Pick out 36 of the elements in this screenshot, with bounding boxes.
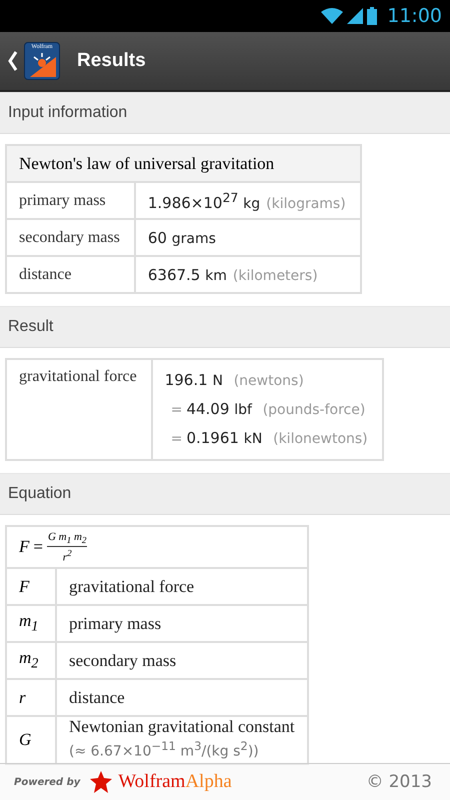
copyright: © 2013 bbox=[366, 772, 432, 792]
table-cell: primary mass bbox=[6, 182, 135, 219]
signal-icon bbox=[347, 8, 364, 24]
table-cell: m$_{2}$ bbox=[6, 642, 56, 679]
star-logo-icon bbox=[90, 771, 112, 793]
table-cell: gravitational force bbox=[6, 359, 152, 460]
battery-icon bbox=[367, 7, 378, 25]
table-cell: gravitational force bbox=[56, 568, 308, 605]
result-value: = 0.1961 kN (kilonewtons) bbox=[170, 428, 368, 449]
result-value: = 44.09 lbf (pounds-force) bbox=[170, 399, 366, 420]
table-cell: 60 grams bbox=[134, 219, 361, 256]
table-cell: r bbox=[6, 679, 56, 716]
table-cell: secondary mass bbox=[6, 219, 135, 256]
ramp-icon bbox=[28, 51, 56, 77]
screen-title: Results bbox=[77, 50, 146, 72]
table-cell: G bbox=[6, 716, 56, 764]
wifi-icon bbox=[321, 8, 344, 24]
result-value: 196.1 N (newtons) bbox=[164, 370, 305, 391]
section-header: Equation bbox=[0, 473, 450, 515]
table-cell: m$_{1}$ bbox=[6, 605, 56, 642]
table-cell: primary mass bbox=[56, 605, 308, 642]
powered-by-label: Powered by bbox=[14, 776, 80, 788]
table-cell: secondary mass bbox=[56, 642, 308, 679]
back-icon[interactable] bbox=[8, 51, 18, 71]
table-cell: 1.986×10$^{27}$ kg (kilograms) bbox=[134, 182, 361, 219]
brand-logo: WolframAlpha bbox=[118, 771, 232, 793]
table-cell: Newtonian gravitational constant (≈ 6.67×10$^{−11}$ m$^{3}$/(kg s$^{2}$)) bbox=[56, 716, 308, 764]
formula: F = G m$_{1}$ m$_{2}$ r$^{2}$ bbox=[19, 530, 88, 564]
table-title: Newton's law of universal gravitation bbox=[6, 145, 361, 182]
table-cell: F bbox=[6, 568, 56, 605]
table-cell: 6367.5 km (kilometers) bbox=[134, 256, 361, 293]
section-header: Result bbox=[0, 306, 450, 348]
table-cell: distance bbox=[56, 679, 308, 716]
section-header: Input information bbox=[0, 92, 450, 134]
clock: 11:00 bbox=[387, 5, 442, 27]
table-cell: distance bbox=[6, 256, 135, 293]
